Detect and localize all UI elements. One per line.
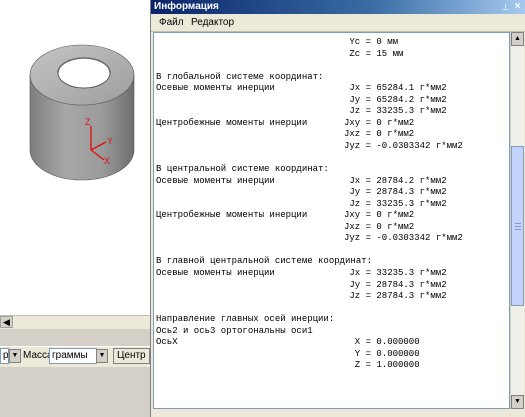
report-line-label: Осевые моменты инерции [156, 268, 275, 278]
report-line-value: Jyz = -0.0303342 г*мм2 [344, 141, 463, 151]
report-line-value: X = 0.000000 [354, 337, 420, 347]
axis-label-z: Z [85, 117, 91, 127]
info-window: Информация ⊥ × Файл Редактор Yc = 0 мм Zc… [150, 0, 525, 417]
report-line-value: Jxz = 0 г*мм2 [344, 129, 415, 139]
report-line-value: Jz = 33235.3 г*мм2 [349, 106, 447, 116]
chevron-down-icon[interactable]: ▼ [96, 349, 108, 363]
center-mass-button[interactable]: Центр м [113, 348, 150, 364]
report-line-value: Jx = 65284.1 г*мм2 [349, 83, 447, 93]
report-line-label: Направление главных осей инерции: [156, 314, 335, 324]
window-title: Информация [154, 1, 219, 12]
pin-icon[interactable]: ⊥ [500, 1, 511, 13]
window-titlebar[interactable]: Информация ⊥ × [151, 0, 525, 14]
report-line-value: Jx = 33235.3 г*мм2 [349, 268, 447, 278]
report-line-value: Jxy = 0 г*мм2 [344, 210, 415, 220]
report-line-label: В центральной системе координат: [156, 164, 329, 174]
cylinder-model [29, 44, 135, 181]
model-viewport[interactable]: Z Y X [0, 0, 150, 315]
report-line-label: Центробежные моменты инерции [156, 118, 308, 128]
report-line-label: ОсьX [156, 337, 178, 347]
close-icon[interactable]: × [512, 1, 523, 13]
chevron-down-icon[interactable]: ▼ [9, 349, 21, 363]
axis-label-y: Y [107, 136, 114, 146]
scroll-up-button[interactable]: ▲ [511, 32, 524, 46]
report-line-value: Zc = 15 мм [349, 49, 404, 59]
menu-bar: Файл Редактор [151, 14, 525, 32]
report-line-label: В главной центральной системе координат: [156, 256, 373, 266]
report-line-value: Z = 1.000000 [354, 360, 420, 370]
vertical-scrollbar[interactable]: ▲ ▼ [510, 32, 524, 409]
menu-editor[interactable]: Редактор [191, 16, 234, 29]
left-combo-fragment[interactable]: р [0, 348, 9, 364]
report-line-value: Yc = 0 мм [349, 37, 398, 47]
report-line-value: Jyz = -0.0303342 г*мм2 [344, 233, 463, 243]
axis-label-x: X [104, 156, 111, 166]
report-line-value: Jz = 28784.3 г*мм2 [349, 291, 447, 301]
scroll-thumb[interactable] [511, 146, 524, 306]
report-text-area[interactable]: Yc = 0 мм Zc = 15 мм В глобальной системе … [153, 32, 510, 409]
report-line-value: Jy = 28784.3 г*мм2 [349, 187, 447, 197]
menu-file[interactable]: Файл [159, 16, 184, 29]
horizontal-scrollbar[interactable] [0, 315, 150, 329]
report-line-label: Осевые моменты инерции [156, 83, 275, 93]
report-line-label: Ось2 и ось3 ортогональны оси1 [156, 326, 313, 336]
scroll-left-button[interactable]: ◀ [0, 316, 13, 328]
mass-unit-select[interactable]: граммы [49, 348, 97, 364]
scroll-down-button[interactable]: ▼ [511, 395, 524, 409]
report-line-label: Осевые моменты инерции [156, 176, 275, 186]
report-line-label: Центробежные моменты инерции [156, 210, 308, 220]
